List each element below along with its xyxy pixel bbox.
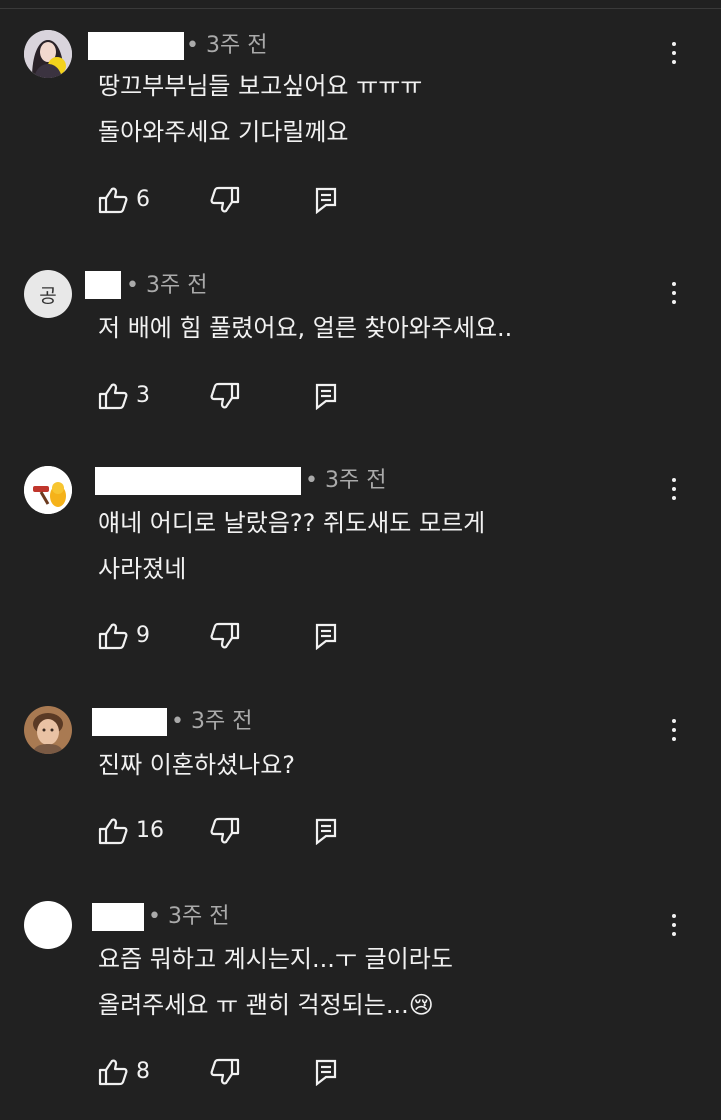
reply-icon[interactable] [314,1058,338,1086]
comment-text-line: 올려주세요 ㅠ 괜히 걱정되는...😢 [98,991,434,1019]
like-count: 16 [136,818,164,843]
more-vert-icon[interactable] [662,40,686,70]
author-name-redacted[interactable] [85,271,121,299]
thumb-up-icon[interactable] [98,1058,128,1086]
avatar[interactable] [24,706,72,754]
thumb-up-icon[interactable] [98,622,128,650]
comment-time: • 3주 전 [171,709,253,734]
thumb-up-icon[interactable] [98,186,128,214]
avatar[interactable] [24,30,72,78]
more-vert-icon[interactable] [662,717,686,747]
thumb-down-icon[interactable] [210,622,240,650]
more-vert-icon[interactable] [662,476,686,506]
avatar[interactable] [24,466,72,514]
author-name-redacted[interactable] [92,903,144,931]
top-divider [0,0,721,9]
comment-text-line: 돌아와주세요 기다릴께요 [98,118,349,146]
author-name-redacted[interactable] [88,32,184,60]
thumb-up-icon[interactable] [98,382,128,410]
comment-text-line: 요즘 뭐하고 계시는지...ㅜ 글이라도 [98,945,453,973]
comment-text-line: 얘네 어디로 날랐음?? 쥐도새도 모르게 [98,509,486,537]
like-count: 8 [136,1059,150,1084]
reply-icon[interactable] [314,817,338,845]
author-name-redacted[interactable] [92,708,167,736]
like-count: 9 [136,623,150,648]
like-count: 6 [136,187,150,212]
comment-text-line: 저 배에 힘 풀렸어요, 얼른 찾아와주세요.. [98,314,513,342]
comment-time: • 3주 전 [305,468,387,493]
avatar[interactable] [24,901,72,949]
thumb-down-icon[interactable] [210,186,240,214]
reply-icon[interactable] [314,186,338,214]
comment-text-line: 진짜 이혼하셨나요? [98,751,296,779]
author-name-redacted[interactable] [95,467,301,495]
reply-icon[interactable] [314,382,338,410]
avatar[interactable]: 공 [24,270,72,318]
comment-text-line: 땅끄부부님들 보고싶어요 ㅠㅠㅠ [98,72,423,100]
more-vert-icon[interactable] [662,280,686,310]
comment-time: • 3주 전 [126,273,208,298]
thumb-down-icon[interactable] [210,382,240,410]
like-count: 3 [136,383,150,408]
more-vert-icon[interactable] [662,912,686,942]
comment-time: • 3주 전 [186,33,268,58]
thumb-down-icon[interactable] [210,817,240,845]
reply-icon[interactable] [314,622,338,650]
comment-time: • 3주 전 [148,904,230,929]
comment-text-line: 사라졌네 [98,555,187,583]
thumb-up-icon[interactable] [98,817,128,845]
thumb-down-icon[interactable] [210,1058,240,1086]
